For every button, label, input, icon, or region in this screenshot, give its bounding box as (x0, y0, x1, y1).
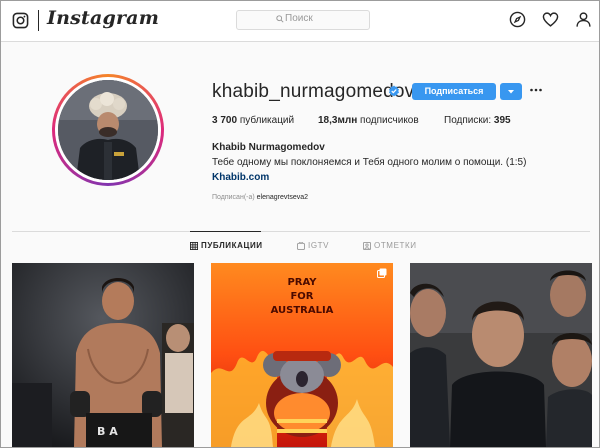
post-thumbnail-1[interactable]: B A (12, 263, 194, 447)
post-image-fighter: B A (12, 263, 194, 447)
followers-count[interactable]: 18,3млн подписчиков (318, 115, 419, 126)
carousel-icon (377, 268, 387, 278)
followed-by-user: elenagrevtseva2 (256, 194, 309, 201)
post-caption-line-2: FOR (290, 291, 313, 302)
suggestions-dropdown-button[interactable] (500, 83, 522, 100)
tab-tagged-label: ОТМЕТКИ (374, 241, 417, 250)
following-count-label: Подписки: (444, 115, 492, 126)
posts-count-value: 3 700 (212, 115, 238, 126)
heart-icon[interactable] (542, 11, 559, 28)
tag-icon (363, 241, 371, 250)
followed-by-label: Подписан(-а) (212, 194, 255, 201)
search-icon (276, 15, 284, 23)
profile-full-name: Khabib Nurmagomedov (212, 142, 325, 153)
profile-bio: Тебе одному мы поклоняемся и Тебя одного… (212, 157, 527, 168)
post-thumbnail-3[interactable] (410, 263, 592, 447)
tab-tagged[interactable]: ОТМЕТКИ (363, 241, 417, 250)
tabs-divider (12, 231, 590, 232)
followers-count-label: подписчиков (360, 115, 419, 126)
logo-divider (38, 10, 39, 31)
top-navigation: Instagram Поиск (1, 1, 599, 42)
post-caption-line-3: AUSTRALIA (271, 305, 334, 316)
followers-count-value: 18,3млн (318, 115, 358, 126)
person-icon[interactable] (575, 11, 592, 28)
search-placeholder: Поиск (285, 13, 313, 24)
post-image-group-selfie (410, 263, 592, 447)
instagram-icon[interactable] (12, 12, 29, 29)
browser-frame: Instagram Поиск khabib_nurmagomedov Подп… (0, 0, 600, 448)
search-input[interactable]: Поиск (236, 10, 370, 30)
following-count-value: 395 (493, 115, 511, 126)
verified-badge-icon (389, 85, 399, 97)
post-image-pray-for-australia: PRAY FOR AUSTRALIA (211, 263, 393, 447)
tab-posts-label: ПУБЛИКАЦИИ (201, 241, 263, 250)
more-options-icon[interactable] (529, 85, 543, 95)
profile-avatar[interactable] (52, 74, 164, 186)
posts-count: 3 700 публикаций (212, 115, 294, 126)
tv-icon (297, 241, 305, 250)
active-tab-indicator (190, 231, 261, 232)
jersey-text: B A (97, 425, 118, 438)
posts-count-label: публикаций (239, 115, 295, 126)
followed-by-text[interactable]: Подписан(-а) elenagrevtseva2 (212, 194, 308, 201)
post-caption-line-1: PRAY (287, 277, 317, 288)
tab-posts[interactable]: ПУБЛИКАЦИИ (190, 241, 263, 250)
avatar-photo (58, 80, 158, 180)
profile-website-link[interactable]: Khabib.com (212, 172, 269, 183)
tab-igtv[interactable]: IGTV (297, 241, 329, 250)
compass-icon[interactable] (509, 11, 526, 28)
chevron-down-icon (508, 90, 514, 94)
following-count[interactable]: Подписки: 395 (444, 115, 511, 126)
post-thumbnail-2[interactable]: PRAY FOR AUSTRALIA (211, 263, 393, 447)
instagram-wordmark[interactable]: Instagram (47, 7, 159, 29)
grid-icon (190, 241, 198, 250)
profile-username: khabib_nurmagomedov (212, 81, 415, 102)
follow-button[interactable]: Подписаться (412, 83, 496, 100)
tab-igtv-label: IGTV (308, 241, 330, 250)
